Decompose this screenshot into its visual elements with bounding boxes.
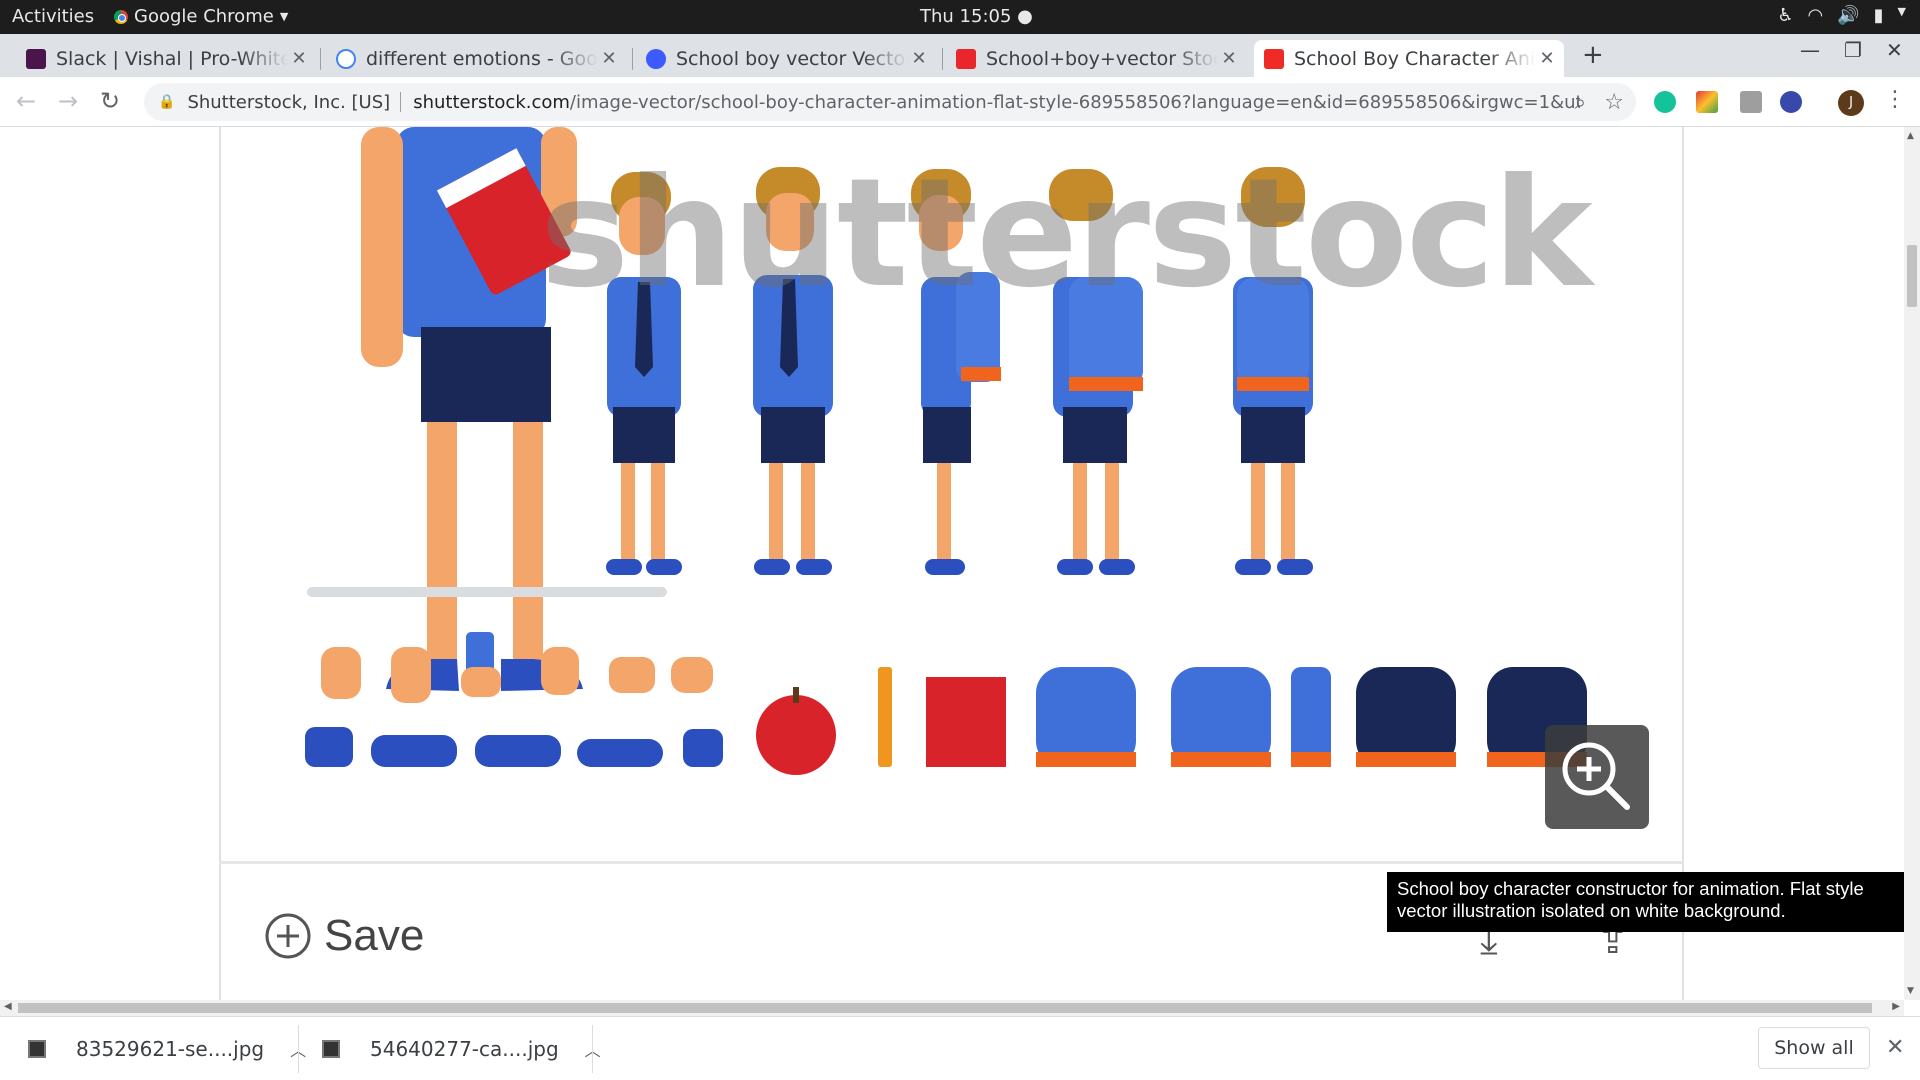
download-filename: 83529621-se....jpg — [76, 1037, 265, 1061]
omnibox-separator — [400, 92, 402, 112]
download-item[interactable]: 54640277-ca....jpg ︿ — [322, 1027, 601, 1071]
scroll-up-arrow-icon[interactable]: ▲ — [1907, 131, 1914, 141]
wordtune-extension-icon[interactable] — [1696, 91, 1718, 113]
image-frame-right — [1682, 127, 1684, 1000]
minimize-button[interactable]: — — [1800, 38, 1820, 62]
download-separator — [298, 1025, 299, 1073]
vertical-scroll-thumb[interactable] — [1907, 245, 1917, 307]
plus-circle-icon — [265, 913, 311, 959]
vertical-scrollbar[interactable]: ▲ ▼ — [1904, 127, 1920, 1000]
tab-google-search[interactable]: different emotions - Goog ✕ — [326, 40, 626, 77]
wifi-icon[interactable]: ◠ — [1807, 5, 1823, 26]
grammarly-extension-icon[interactable] — [1654, 91, 1676, 113]
tab-separator — [632, 48, 633, 70]
tab-title: different emotions - Goog — [366, 47, 598, 70]
download-shelf: 83529621-se....jpg ︿ 54640277-ca....jpg … — [0, 1016, 1920, 1080]
lock-icon[interactable]: 🔒 — [158, 94, 175, 110]
close-shelf-icon[interactable]: ✕ — [1886, 1035, 1904, 1060]
new-tab-button[interactable]: + — [1582, 40, 1604, 70]
site-identity: Shutterstock, Inc. [US] — [187, 91, 391, 113]
tab-title: School+boy+vector Stock — [986, 47, 1218, 70]
chrome-menu-icon[interactable]: ⋮ — [1884, 87, 1906, 112]
caret-down-icon: ▼ — [279, 10, 289, 23]
zoom-in-button[interactable] — [1545, 725, 1649, 829]
tab-separator — [942, 48, 943, 70]
caret-down-icon[interactable]: ▼ — [1898, 5, 1906, 26]
vector-site-icon — [646, 48, 666, 69]
stock-site-icon — [956, 48, 976, 69]
tab-vectors[interactable]: School boy vector Vectors ✕ — [636, 40, 936, 77]
download-filename: 54640277-ca....jpg — [370, 1037, 559, 1061]
scroll-right-arrow-icon[interactable]: ▶ — [1892, 1001, 1900, 1012]
close-icon[interactable]: ✕ — [598, 48, 620, 69]
shoe-parts — [305, 727, 723, 767]
download-separator — [592, 1025, 593, 1073]
tab-title: School boy vector Vectors — [676, 47, 908, 70]
scroll-down-arrow-icon[interactable]: ▼ — [1907, 986, 1914, 996]
url-host: shutterstock.com — [413, 91, 570, 113]
scroll-left-arrow-icon[interactable]: ◀ — [4, 1001, 12, 1012]
system-top-bar: Activities Google Chrome ▼ Thu 15:05 ● ♿… — [0, 0, 1920, 34]
image-file-icon — [322, 1040, 340, 1058]
activities-button[interactable]: Activities — [12, 6, 94, 27]
address-bar[interactable]: 🔒 Shutterstock, Inc. [US] shutterstock.c… — [144, 83, 1636, 121]
image-description-tooltip: School boy character constructor for ani… — [1387, 872, 1919, 932]
image-file-icon — [28, 1040, 46, 1058]
content-divider — [219, 861, 1684, 864]
back-button[interactable]: ← — [16, 87, 36, 115]
save-button[interactable]: Save — [264, 911, 424, 961]
show-all-downloads-button[interactable]: Show all — [1758, 1027, 1870, 1069]
close-icon[interactable]: ✕ — [908, 48, 930, 69]
accessibility-icon[interactable]: ♿ — [1777, 5, 1793, 26]
forward-button[interactable]: → — [58, 87, 78, 115]
battery-icon[interactable]: ▮ — [1874, 5, 1884, 26]
chrome-icon — [114, 9, 128, 24]
volume-icon[interactable]: 🔊 — [1837, 5, 1859, 26]
clock[interactable]: Thu 15:05 ● — [920, 6, 1033, 27]
horizontal-scroll-thumb[interactable] — [18, 1003, 1872, 1013]
tab-active-shutterstock[interactable]: School Boy Character Anim ✕ — [1254, 40, 1564, 77]
apple-pencil-book — [756, 667, 1006, 775]
page-content: shutterstock Save ⤓ ⇪ — [0, 127, 1904, 1000]
magnifier-plus-icon — [1562, 742, 1630, 810]
restore-button[interactable]: ❐ — [1844, 38, 1862, 62]
extension-icon[interactable] — [1780, 91, 1802, 113]
shutterstock-icon — [1264, 48, 1284, 69]
app-menu[interactable]: Google Chrome ▼ — [114, 6, 288, 27]
horizontal-scrollbar[interactable]: ◀ ▶ — [0, 1000, 1904, 1016]
close-icon[interactable]: ✕ — [1536, 48, 1558, 69]
app-name: Google Chrome — [134, 6, 274, 27]
bookmark-star-icon[interactable]: ☆ — [1604, 90, 1624, 115]
tab-title: School Boy Character Anim — [1294, 47, 1536, 70]
tab-stock[interactable]: School+boy+vector Stock ✕ — [946, 40, 1246, 77]
tab-slack[interactable]: Slack | Vishal | Pro-Whiteh ✕ — [16, 40, 316, 77]
close-icon[interactable]: ✕ — [1218, 48, 1240, 69]
backpack-parts — [1036, 667, 1587, 767]
save-label: Save — [324, 911, 425, 960]
browser-toolbar: ← → ↻ 🔒 Shutterstock, Inc. [US] shutters… — [0, 77, 1920, 127]
tab-strip: Slack | Vishal | Pro-Whiteh ✕ different … — [0, 34, 1920, 77]
tab-separator — [320, 48, 321, 70]
zoom-icon[interactable]: ⌕ — [1575, 90, 1586, 114]
watermark-text: shutterstock — [540, 147, 1593, 321]
eyedropper-extension-icon[interactable] — [1740, 91, 1762, 113]
slack-icon — [26, 48, 46, 69]
profile-avatar[interactable]: J — [1838, 90, 1864, 116]
system-tray[interactable]: ♿ ◠ 🔊 ▮ ▼ — [1777, 5, 1906, 26]
reload-button[interactable]: ↻ — [100, 87, 120, 115]
url-path: /image-vector/school-boy-character-anima… — [569, 91, 1580, 113]
close-icon[interactable]: ✕ — [288, 48, 310, 69]
close-window-button[interactable]: ✕ — [1886, 38, 1903, 62]
download-item[interactable]: 83529621-se....jpg ︿ — [28, 1027, 306, 1071]
tab-title: Slack | Vishal | Pro-Whiteh — [56, 47, 288, 70]
google-icon — [336, 48, 356, 69]
